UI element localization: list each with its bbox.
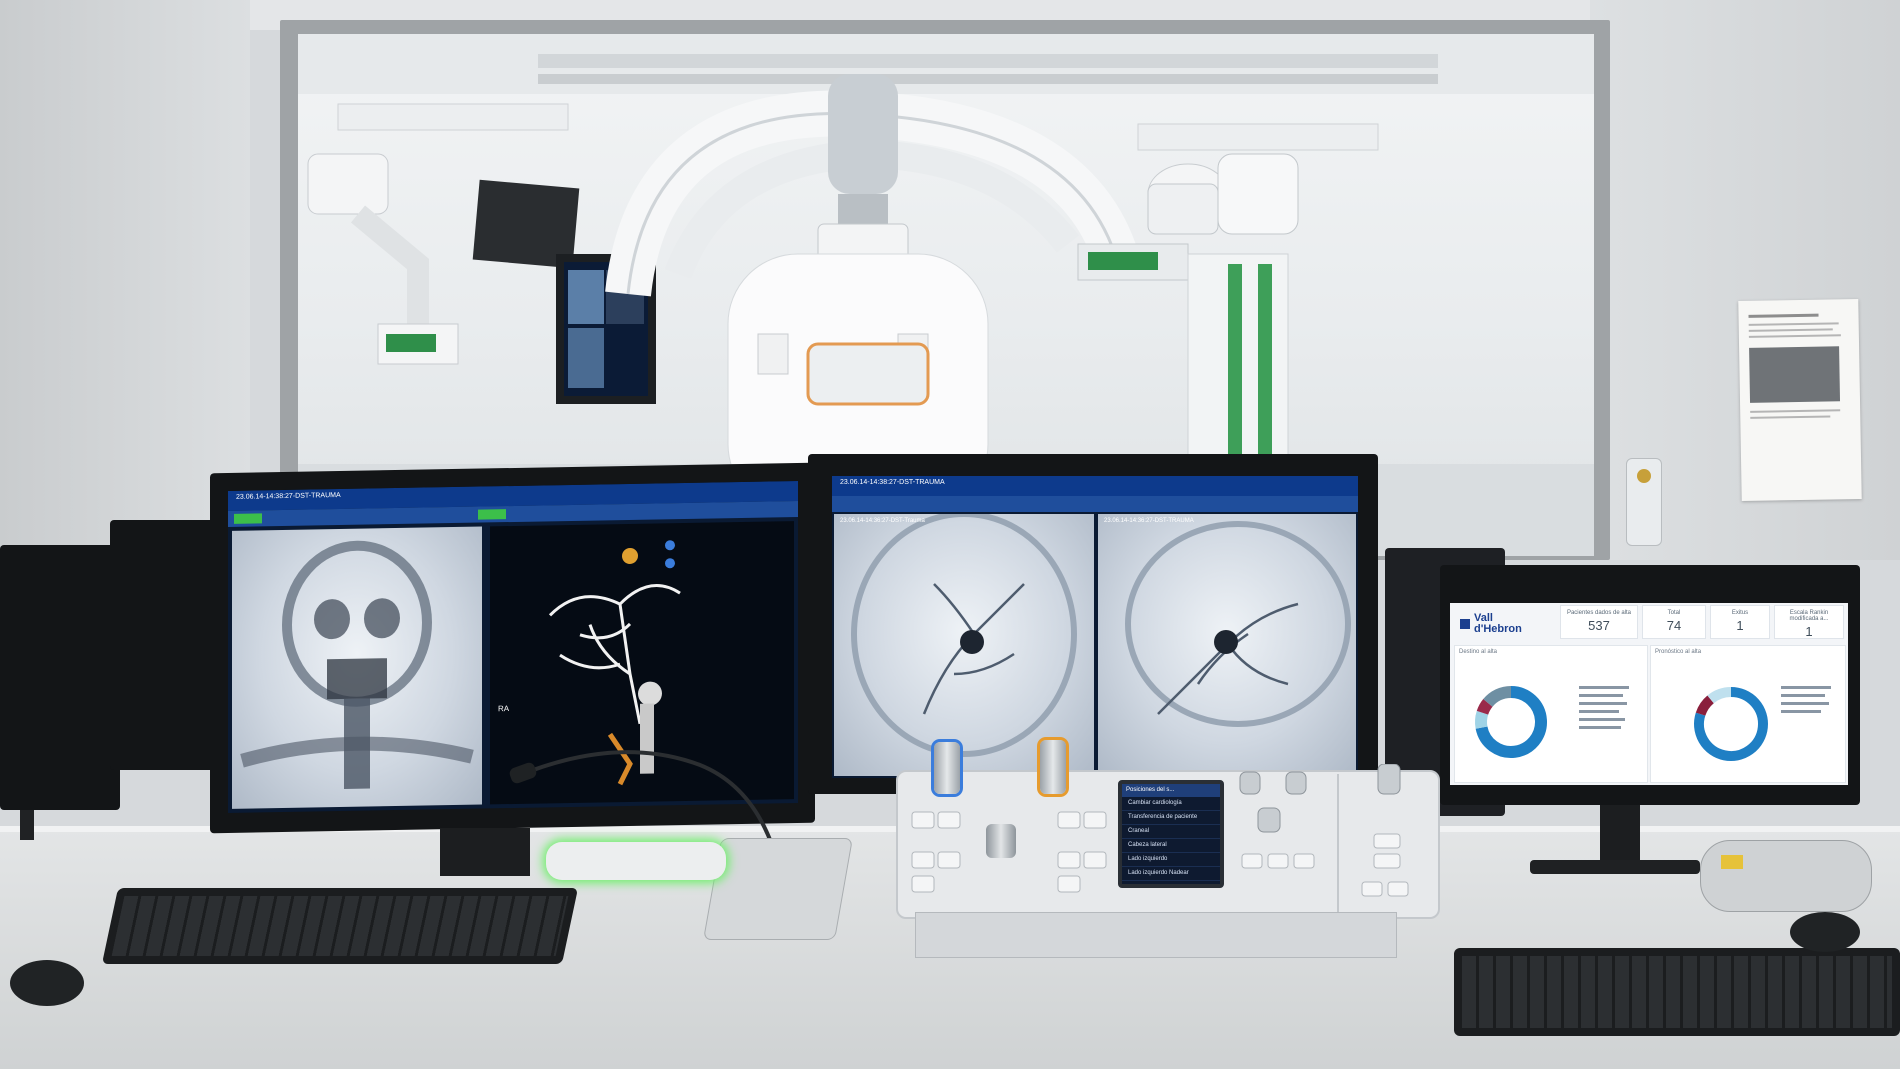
angiogram-frontal: 23.06.14-14:36:27-DST-Trauma	[834, 511, 1094, 776]
kpi-exitus-label: Exitus	[1731, 610, 1749, 616]
kpi-discharged: Pacientes dados de alta 537	[1560, 605, 1638, 639]
donut-chart-right	[1694, 686, 1831, 761]
center-monitor-title-bar: 23.06.14-14:38:27-DST-TRAUMA	[832, 476, 1358, 496]
kpi-total: Total 74	[1642, 605, 1706, 639]
center-monitor-screen: 23.06.14-14:38:27-DST-TRAUMA 23.06.14-14…	[832, 476, 1358, 778]
panel-left-title: Destino al alta	[1459, 649, 1498, 655]
center-monitor-toolbar	[832, 496, 1358, 512]
donut-segment	[1475, 710, 1489, 729]
wall-notice-paper	[1738, 298, 1862, 502]
frame-label-left: 23.06.14-14:36:27-DST-Trauma	[840, 518, 925, 524]
frame-label-right: 23.06.14-14:36:27-DST-TRAUMA	[1104, 518, 1194, 524]
joystick-right[interactable]	[1040, 740, 1066, 794]
mouse-right[interactable]	[1790, 912, 1860, 952]
keyboard-right[interactable]	[1454, 948, 1900, 1036]
logo-line2: d'Hebron	[1474, 623, 1522, 635]
kpi-rankin: Escala Rankin modificada a... 1	[1774, 605, 1844, 639]
kpi-exitus: Exitus 1	[1710, 605, 1770, 639]
center-main-monitor: 23.06.14-14:38:27-DST-TRAUMA 23.06.14-14…	[808, 454, 1378, 794]
menu-item[interactable]: Transferencia de paciente	[1122, 811, 1220, 825]
dashboard-monitor-stand	[1600, 805, 1640, 865]
kpi-discharged-label: Pacientes dados de alta	[1566, 610, 1632, 616]
green-lit-device	[546, 842, 726, 880]
panel-right-title: Pronóstico al alta	[1655, 649, 1702, 655]
skull-xray-frontal	[232, 526, 482, 809]
kpi-discharged-value: 537	[1588, 618, 1610, 633]
knob-group-right	[1228, 763, 1428, 914]
donut-segment	[1476, 699, 1493, 715]
menu-item[interactable]: Cabeza lateral	[1122, 839, 1220, 853]
dashboard-monitor: Vall d'Hebron Pacientes dados de alta 53…	[1440, 565, 1860, 805]
mouse-left[interactable]	[10, 960, 84, 1006]
donut-segment	[1483, 686, 1512, 708]
kpi-exitus-value: 1	[1736, 618, 1744, 633]
center-monitor-title: 23.06.14-14:38:27-DST-TRAUMA	[840, 479, 945, 486]
donut-segment	[1695, 695, 1715, 716]
panel-prognosis: Pronóstico al alta	[1650, 645, 1846, 783]
monitor-stand-left-small	[20, 810, 34, 840]
kpi-rankin-value: 1	[1805, 624, 1813, 639]
donut-chart-left	[1475, 686, 1629, 758]
kpi-total-value: 74	[1666, 618, 1682, 633]
joystick-left[interactable]	[934, 742, 960, 794]
angiogram-lateral: 23.06.14-14:36:27-DST-TRAUMA	[1098, 514, 1356, 776]
menu-item[interactable]: Lado izquierdo Nadear	[1122, 867, 1220, 881]
console-base	[915, 912, 1397, 958]
left-monitor-title: 23.06.14-14:38:27-DST-TRAUMA	[236, 491, 341, 501]
menu-item[interactable]: Lado izquierdo	[1122, 853, 1220, 867]
kpi-total-label: Total	[1667, 610, 1681, 616]
menu-item[interactable]: Cambiar cardiología	[1122, 797, 1220, 811]
wall-sensor	[1626, 458, 1662, 546]
button-cluster-left	[908, 802, 1108, 902]
console-touchscreen[interactable]: Posiciones del s... Cambiar cardiología …	[1118, 780, 1224, 888]
dashboard-stand-base	[1530, 860, 1700, 874]
dashboard-screen: Vall d'Hebron Pacientes dados de alta 53…	[1450, 603, 1848, 785]
ra-orientation-label: RA	[498, 704, 510, 714]
menu-item[interactable]: Craneal	[1122, 825, 1220, 839]
angio-control-console: Posiciones del s... Cambiar cardiología …	[896, 740, 1440, 919]
donut-segment	[1707, 687, 1732, 704]
touchscreen-menu-title: Posiciones del s...	[1122, 784, 1220, 797]
side-monitor-left	[0, 545, 120, 810]
kpi-rankin-label: Escala Rankin modificada a...	[1789, 610, 1829, 622]
panel-discharge-destination: Destino al alta	[1454, 645, 1648, 783]
keyboard-left[interactable]	[101, 888, 579, 964]
foot-switch-device	[1700, 840, 1872, 912]
